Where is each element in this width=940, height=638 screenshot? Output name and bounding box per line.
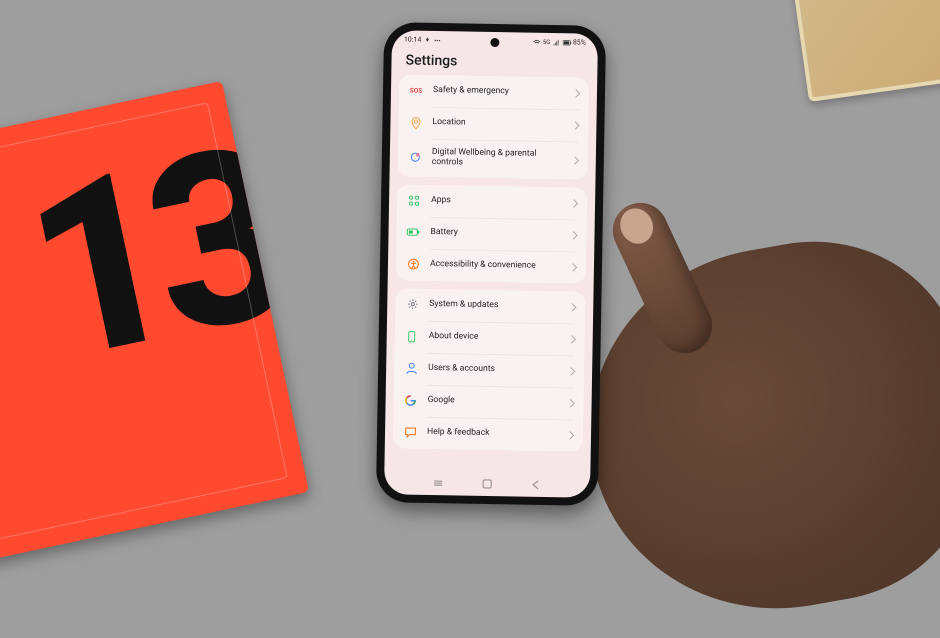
product-box: 13 [0,81,309,579]
nav-recents-button[interactable] [432,477,444,489]
settings-group: SOS Safety & emergency Location Digital … [398,74,590,179]
hand [562,218,940,638]
row-label: Digital Wellbeing & parental controls [432,148,562,170]
row-label: About device [429,332,559,344]
location-icon [408,116,422,130]
phone-icon [405,329,419,343]
row-label: Accessibility & convenience [430,260,560,272]
wood-block [793,0,940,102]
apps-icon [407,193,421,207]
nav-back-button[interactable] [530,479,542,491]
chevron-right-icon [569,263,577,271]
battery-percent: 85% [573,38,586,46]
users-accounts-row[interactable]: Users & accounts [394,352,585,387]
row-label: Location [432,118,562,130]
location-row[interactable]: Location [398,106,589,141]
google-row[interactable]: Google [393,384,584,419]
nearby-share-icon [424,36,431,43]
chevron-right-icon [567,367,575,375]
box-number: 13 [14,135,293,374]
settings-group: Apps Battery Accessibility & convenience [396,184,588,283]
chevron-right-icon [568,303,576,311]
chevron-right-icon [570,199,578,207]
chevron-right-icon [571,121,579,129]
chevron-right-icon [566,399,574,407]
system-updates-row[interactable]: System & updates [395,288,586,323]
chat-icon [403,425,417,439]
battery-icon [406,225,420,239]
battery-row[interactable]: Battery [396,216,587,251]
row-label: Apps [431,196,561,208]
user-icon [404,361,418,375]
chevron-right-icon [566,431,574,439]
wellbeing-row[interactable]: Digital Wellbeing & parental controls [398,138,589,179]
status-time: 10:14 [404,35,422,43]
page-title: Settings [391,48,597,78]
settings-list[interactable]: SOS Safety & emergency Location Digital … [384,74,597,476]
wellbeing-icon [408,150,422,164]
signal-icon: 5G [543,38,550,45]
chevron-right-icon [572,89,580,97]
accessibility-icon [406,257,420,271]
chevron-right-icon [569,231,577,239]
settings-group: System & updates About device Users & ac… [393,288,586,451]
safety-emergency-row[interactable]: SOS Safety & emergency [399,74,590,109]
about-device-row[interactable]: About device [394,320,585,355]
row-label: Help & feedback [427,428,557,440]
row-label: Users & accounts [428,364,558,376]
phone-screen: 10:14 5G 85% [384,30,598,498]
signal-bars-icon [553,39,560,46]
accessibility-row[interactable]: Accessibility & convenience [396,248,587,283]
nav-bar [384,472,590,498]
row-label: Google [428,396,558,408]
more-notifications-icon [434,36,441,43]
wifi-icon [533,38,540,45]
help-feedback-row[interactable]: Help & feedback [393,416,584,451]
phone-frame: 10:14 5G 85% [376,22,606,506]
row-label: Battery [430,228,560,240]
battery-icon [563,39,570,46]
nav-home-button[interactable] [481,478,493,490]
apps-row[interactable]: Apps [397,184,588,219]
row-label: System & updates [429,300,559,312]
chevron-right-icon [571,156,579,164]
gear-icon [405,297,419,311]
row-label: Safety & emergency [433,86,563,98]
google-icon [403,393,417,407]
chevron-right-icon [567,335,575,343]
sos-icon: SOS [409,84,423,98]
